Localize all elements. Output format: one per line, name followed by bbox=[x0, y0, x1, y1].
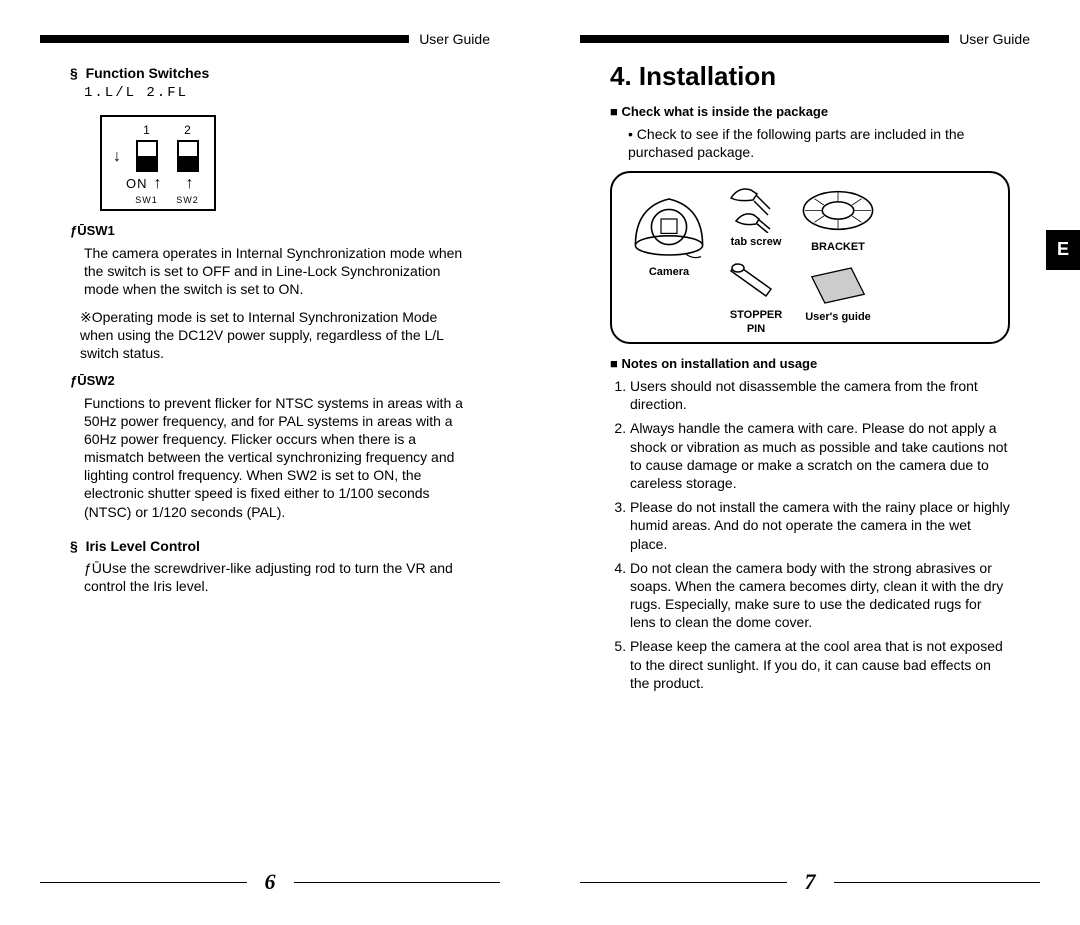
sw2-heading: ƒŪSW2 bbox=[70, 373, 470, 390]
header-rule bbox=[580, 35, 949, 43]
camera-icon bbox=[624, 183, 714, 263]
header-text: User Guide bbox=[949, 30, 1040, 48]
switch-rect-2 bbox=[177, 140, 199, 172]
footer-rule bbox=[834, 882, 1041, 883]
note-item: Users should not disassemble the camera … bbox=[630, 377, 1010, 413]
footer-rule bbox=[580, 882, 787, 883]
pkg-guide-label: User's guide bbox=[805, 310, 871, 324]
iris-text: ƒŪUse the screwdriver-like adjusting rod… bbox=[84, 559, 470, 595]
sw2-text: Functions to prevent flicker for NTSC sy… bbox=[84, 394, 470, 521]
language-tab: E bbox=[1046, 230, 1080, 270]
notes-heading: Notes on installation and usage bbox=[610, 356, 1010, 373]
iris-heading: § Iris Level Control bbox=[70, 537, 470, 555]
note-item: Please keep the camera at the cool area … bbox=[630, 637, 1010, 692]
pkg-bracket: BRACKET User's guide bbox=[798, 183, 878, 324]
sw1-label-small: SW1 bbox=[135, 195, 158, 207]
pkg-tabscrew-label: tab screw bbox=[731, 235, 782, 249]
sw2-label-small: SW2 bbox=[176, 195, 199, 207]
right-content: 4. Installation Check what is inside the… bbox=[580, 60, 1040, 692]
page-spread: User Guide § Function Switches 1.L/L 2.F… bbox=[0, 0, 1080, 925]
section-title: 4. Installation bbox=[610, 60, 1010, 94]
page-right: User Guide E 4. Installation Check what … bbox=[540, 0, 1080, 925]
header-text: User Guide bbox=[409, 30, 500, 48]
header-bar-left: User Guide bbox=[40, 30, 500, 48]
footer-rule bbox=[40, 882, 247, 883]
sw1-heading: ƒŪSW1 bbox=[70, 223, 470, 240]
footer-rule bbox=[294, 882, 501, 883]
check-text: • Check to see if the following parts ar… bbox=[628, 125, 1010, 161]
pkg-camera-label: Camera bbox=[649, 265, 689, 279]
header-rule bbox=[40, 35, 409, 43]
arrow-up-icon-2 bbox=[186, 174, 194, 195]
page-left: User Guide § Function Switches 1.L/L 2.F… bbox=[0, 0, 540, 925]
switch-num-2: 2 bbox=[184, 123, 191, 139]
switch-caption: 1.L/L 2.FL bbox=[84, 84, 470, 102]
footer-left: 6 bbox=[40, 868, 500, 897]
sw1-note: ※Operating mode is set to Internal Synch… bbox=[80, 308, 470, 363]
sw1-text: The camera operates in Internal Synchron… bbox=[84, 244, 470, 299]
on-label: ON bbox=[126, 176, 148, 193]
arrow-up-icon-1 bbox=[154, 174, 162, 195]
note-item: Do not clean the camera body with the st… bbox=[630, 559, 1010, 632]
switch-num-1: 1 bbox=[143, 123, 150, 139]
pkg-camera: Camera bbox=[624, 183, 714, 279]
arrow-down-icon bbox=[113, 148, 121, 164]
page-number-left: 6 bbox=[247, 868, 294, 897]
language-tab-label: E bbox=[1057, 238, 1069, 261]
left-content: § Function Switches 1.L/L 2.FL 1 2 bbox=[40, 64, 500, 595]
footer-right: 7 bbox=[580, 868, 1040, 897]
pkg-tabscrew: tab screw STOPPER PIN bbox=[726, 183, 786, 336]
function-switches-heading: § Function Switches bbox=[70, 64, 470, 82]
screw-icon bbox=[726, 183, 786, 233]
package-box: Camera tab screw STOPPER PIN bbox=[610, 171, 1010, 344]
pkg-stopper-label: STOPPER PIN bbox=[730, 308, 782, 337]
pkg-bracket-label: BRACKET bbox=[811, 240, 865, 254]
page-number-right: 7 bbox=[787, 868, 834, 897]
stopper-pin-icon bbox=[726, 256, 786, 306]
note-item: Please do not install the camera with th… bbox=[630, 498, 1010, 553]
header-bar-right: User Guide bbox=[580, 30, 1040, 48]
guide-icon bbox=[803, 263, 873, 308]
bracket-icon bbox=[798, 183, 878, 238]
check-heading: Check what is inside the package bbox=[610, 104, 1010, 121]
notes-list: Users should not disassemble the camera … bbox=[610, 377, 1010, 692]
switch-rect-1 bbox=[136, 140, 158, 172]
switch-diagram: 1 2 ON bbox=[100, 115, 216, 211]
note-item: Always handle the camera with care. Plea… bbox=[630, 419, 1010, 492]
